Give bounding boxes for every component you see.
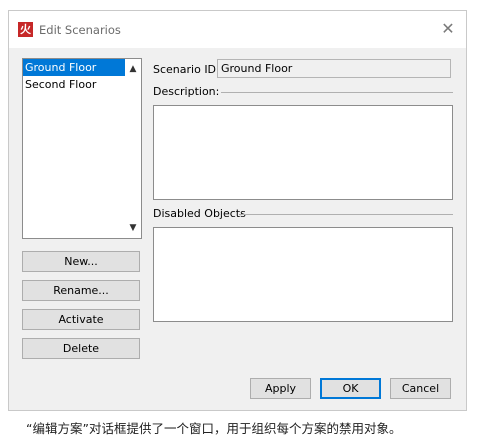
delete-button[interactable]: Delete [22, 338, 140, 359]
disabled-objects-list[interactable] [153, 227, 453, 322]
apply-button[interactable]: Apply [250, 378, 311, 399]
scroll-down-arrow-icon[interactable]: ▼ [126, 220, 140, 236]
scroll-up-arrow-icon[interactable]: ▲ [126, 61, 140, 77]
edit-scenarios-dialog: 火 Edit Scenarios ✕ Ground Floor Second F… [8, 10, 467, 411]
ok-button[interactable]: OK [320, 378, 381, 399]
disabled-objects-label: Disabled Objects [153, 207, 246, 220]
disabled-objects-separator [239, 214, 453, 215]
scenario-id-field: Ground Floor [217, 59, 451, 78]
description-textarea[interactable] [153, 105, 453, 200]
figure-caption: “编辑方案”对话框提供了一个窗口，用于组织每个方案的禁用对象。 [26, 421, 402, 436]
scenario-id-label: Scenario ID: [153, 63, 220, 76]
new-button[interactable]: New... [22, 251, 140, 272]
cancel-button[interactable]: Cancel [390, 378, 451, 399]
description-label: Description: [153, 85, 220, 98]
scenario-list[interactable]: Ground Floor Second Floor ▲ ▼ [22, 58, 142, 239]
app-logo-icon: 火 [18, 22, 33, 37]
description-separator [221, 92, 453, 93]
activate-button[interactable]: Activate [22, 309, 140, 330]
scenario-list-item-ground-floor[interactable]: Ground Floor [23, 59, 125, 76]
scenario-list-item-second-floor[interactable]: Second Floor [23, 76, 125, 93]
rename-button[interactable]: Rename... [22, 280, 140, 301]
title-bar: 火 Edit Scenarios ✕ [9, 11, 466, 48]
dialog-title: Edit Scenarios [39, 23, 121, 37]
close-icon[interactable]: ✕ [440, 21, 456, 37]
